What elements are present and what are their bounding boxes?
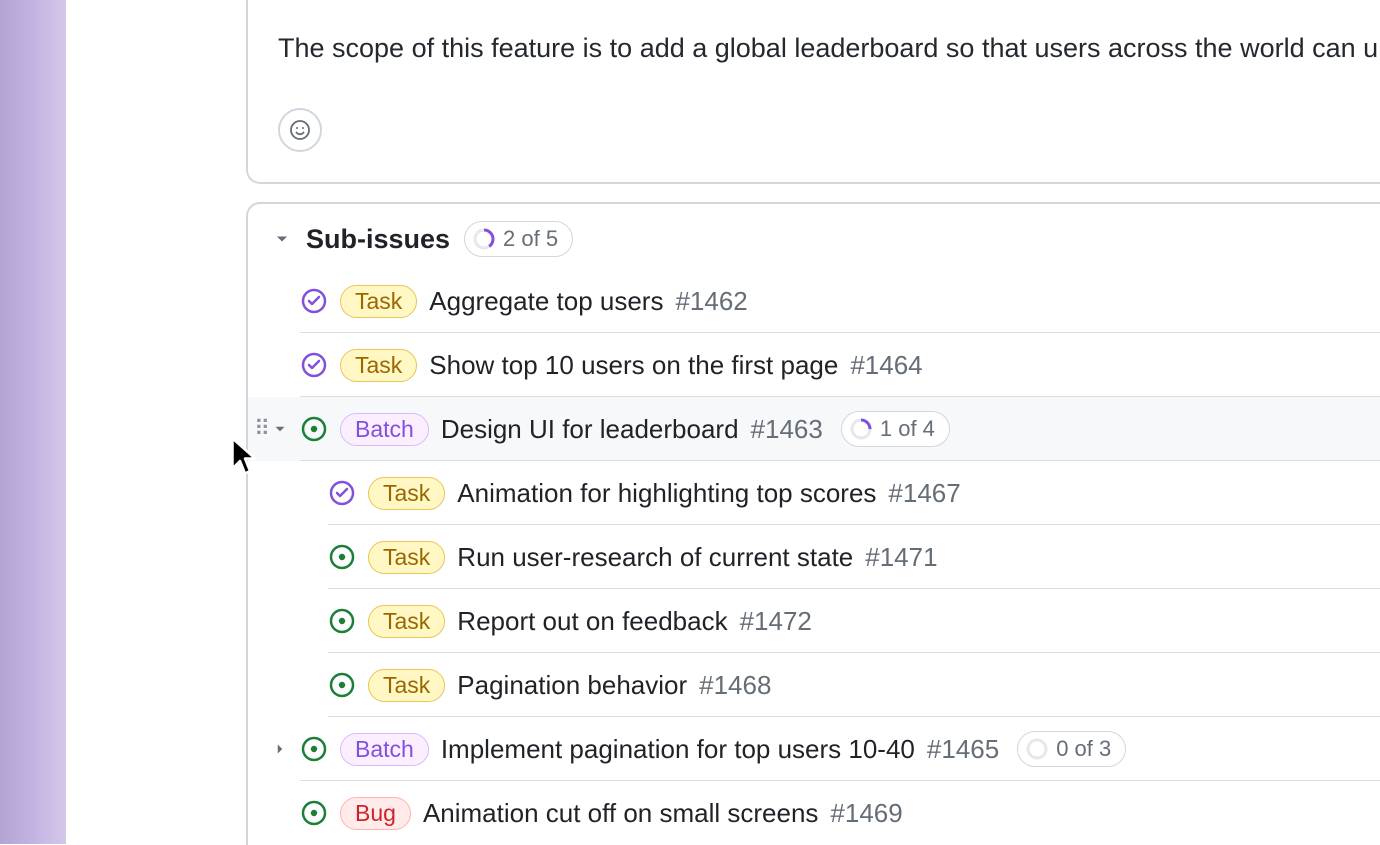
label-task[interactable]: Task — [368, 605, 445, 638]
issue-status-open-icon — [328, 543, 356, 571]
issue-row[interactable]: Bug Animation cut off on small screens #… — [248, 781, 1380, 845]
issue-number: #1465 — [927, 734, 999, 765]
issue-number: #1463 — [751, 414, 823, 445]
label-bug[interactable]: Bug — [340, 797, 411, 830]
drag-handle-icon[interactable]: ⠿ — [254, 418, 268, 440]
issue-status-done-icon — [328, 479, 356, 507]
issue-status-open-icon — [328, 671, 356, 699]
page-content: The scope of this feature is to add a gl… — [66, 0, 1380, 844]
issue-title[interactable]: Aggregate top users — [429, 286, 663, 317]
label-task[interactable]: Task — [368, 477, 445, 510]
issue-number: #1472 — [740, 606, 812, 637]
issue-number: #1464 — [850, 350, 922, 381]
issue-title[interactable]: Design UI for leaderboard — [441, 414, 739, 445]
issue-status-open-icon — [300, 799, 328, 827]
issue-title[interactable]: Run user-research of current state — [457, 542, 853, 573]
progress-ring-icon — [1026, 738, 1048, 760]
issue-title[interactable]: Report out on feedback — [457, 606, 727, 637]
issue-number: #1471 — [865, 542, 937, 573]
row-progress-pill: 1 of 4 — [841, 411, 950, 447]
issue-title[interactable]: Pagination behavior — [457, 670, 687, 701]
subissues-list: Task Aggregate top users #1462 Task Show… — [248, 269, 1380, 845]
subissues-title: Sub-issues — [306, 224, 450, 255]
description-card: The scope of this feature is to add a gl… — [246, 0, 1380, 184]
row-counter-text: 0 of 3 — [1056, 736, 1111, 762]
label-batch[interactable]: Batch — [340, 733, 429, 766]
issue-number: #1462 — [675, 286, 747, 317]
issue-number: #1469 — [830, 798, 902, 829]
row-progress-pill: 0 of 3 — [1017, 731, 1126, 767]
issue-status-open-icon — [300, 415, 328, 443]
chevron-down-icon[interactable] — [270, 419, 290, 439]
add-reaction-button[interactable] — [278, 108, 322, 152]
issue-row[interactable]: ⠿ Batch Design UI for leaderboard #1463 … — [248, 397, 1380, 461]
issue-title[interactable]: Animation cut off on small screens — [423, 798, 818, 829]
issue-title[interactable]: Animation for highlighting top scores — [457, 478, 876, 509]
chevron-right-icon[interactable] — [270, 739, 290, 759]
label-task[interactable]: Task — [340, 285, 417, 318]
issue-row[interactable]: Task Report out on feedback #1472 — [248, 589, 1380, 653]
issue-title[interactable]: Implement pagination for top users 10-40 — [441, 734, 915, 765]
label-task[interactable]: Task — [340, 349, 417, 382]
description-text: The scope of this feature is to add a gl… — [278, 30, 1380, 68]
progress-ring-icon — [473, 228, 495, 250]
issue-status-done-icon — [300, 287, 328, 315]
subissues-header[interactable]: Sub-issues 2 of 5 — [248, 218, 1380, 260]
issue-row[interactable]: Task Show top 10 users on the first page… — [248, 333, 1380, 397]
issue-row[interactable]: Task Run user-research of current state … — [248, 525, 1380, 589]
subissues-counter-text: 2 of 5 — [503, 226, 558, 252]
label-batch[interactable]: Batch — [340, 413, 429, 446]
issue-row[interactable]: Task Animation for highlighting top scor… — [248, 461, 1380, 525]
left-gradient — [0, 0, 66, 844]
subissues-section: Sub-issues 2 of 5 Task Aggregate top use… — [246, 202, 1380, 845]
label-task[interactable]: Task — [368, 541, 445, 574]
issue-number: #1468 — [699, 670, 771, 701]
issue-row[interactable]: Task Pagination behavior #1468 — [248, 653, 1380, 717]
progress-ring-icon — [850, 418, 872, 440]
issue-number: #1467 — [888, 478, 960, 509]
issue-row[interactable]: Task Aggregate top users #1462 — [248, 269, 1380, 333]
subissues-progress-pill: 2 of 5 — [464, 221, 573, 257]
issue-row[interactable]: Batch Implement pagination for top users… — [248, 717, 1380, 781]
label-task[interactable]: Task — [368, 669, 445, 702]
issue-status-open-icon — [300, 735, 328, 763]
row-counter-text: 1 of 4 — [880, 416, 935, 442]
smiley-icon — [288, 118, 312, 142]
chevron-down-icon — [272, 229, 292, 249]
issue-status-done-icon — [300, 351, 328, 379]
issue-title[interactable]: Show top 10 users on the first page — [429, 350, 838, 381]
issue-status-open-icon — [328, 607, 356, 635]
